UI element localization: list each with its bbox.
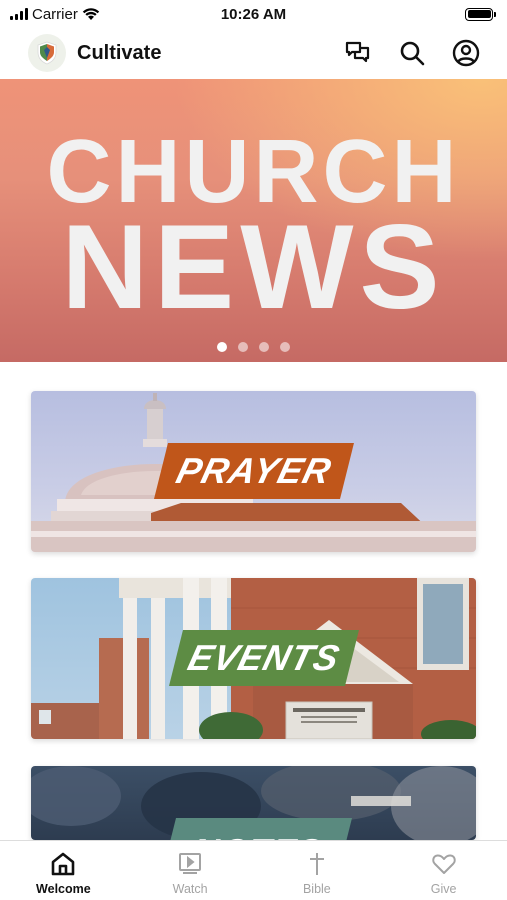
battery-icon	[465, 7, 496, 21]
carousel-dot[interactable]	[280, 342, 290, 352]
tab-give[interactable]: Give	[380, 841, 507, 900]
tab-label: Bible	[302, 882, 331, 896]
events-label: EVENTS	[183, 637, 345, 678]
notes-banner: NOTES	[166, 818, 352, 840]
app-logo[interactable]	[28, 34, 66, 72]
events-banner: EVENTS	[169, 630, 359, 686]
hero-carousel[interactable]: CHURCH NEWS	[0, 79, 507, 362]
search-icon[interactable]	[397, 38, 427, 68]
app-title: Cultivate	[77, 41, 162, 64]
prayer-banner: PRAYER	[154, 443, 354, 499]
notes-label: NOTES	[186, 831, 325, 840]
tab-label: Give	[430, 882, 457, 896]
wifi-icon	[82, 8, 100, 20]
app-header: Cultivate	[0, 28, 507, 78]
carousel-dot[interactable]	[259, 342, 269, 352]
tab-label: Watch	[172, 882, 208, 896]
carousel-dot[interactable]	[217, 342, 227, 352]
video-icon	[176, 850, 204, 878]
tab-bar: Welcome Watch Bible Give	[0, 840, 507, 900]
carrier-label: Carrier	[32, 5, 78, 23]
status-left: Carrier	[10, 6, 100, 23]
heart-icon	[430, 850, 458, 878]
events-card[interactable]: EVENTS	[31, 578, 476, 739]
chat-icon[interactable]	[343, 38, 373, 68]
home-icon	[49, 850, 77, 878]
status-bar: Carrier 10:26 AM	[0, 0, 507, 28]
prayer-card[interactable]: PRAYER	[31, 391, 476, 552]
signal-icon	[10, 8, 28, 20]
tab-watch[interactable]: Watch	[127, 841, 254, 900]
header-actions	[343, 38, 481, 68]
shield-logo-icon	[37, 41, 57, 65]
notes-card[interactable]: NOTES	[31, 766, 476, 840]
carousel-page-indicator[interactable]	[0, 342, 507, 352]
tab-bible[interactable]: Bible	[254, 841, 381, 900]
tab-welcome[interactable]: Welcome	[0, 841, 127, 900]
hero-title-line2: NEWS	[61, 200, 446, 334]
prayer-label: PRAYER	[172, 450, 336, 491]
carousel-dot[interactable]	[238, 342, 248, 352]
tab-label: Welcome	[36, 882, 91, 896]
cross-icon	[303, 850, 331, 878]
profile-icon[interactable]	[451, 38, 481, 68]
